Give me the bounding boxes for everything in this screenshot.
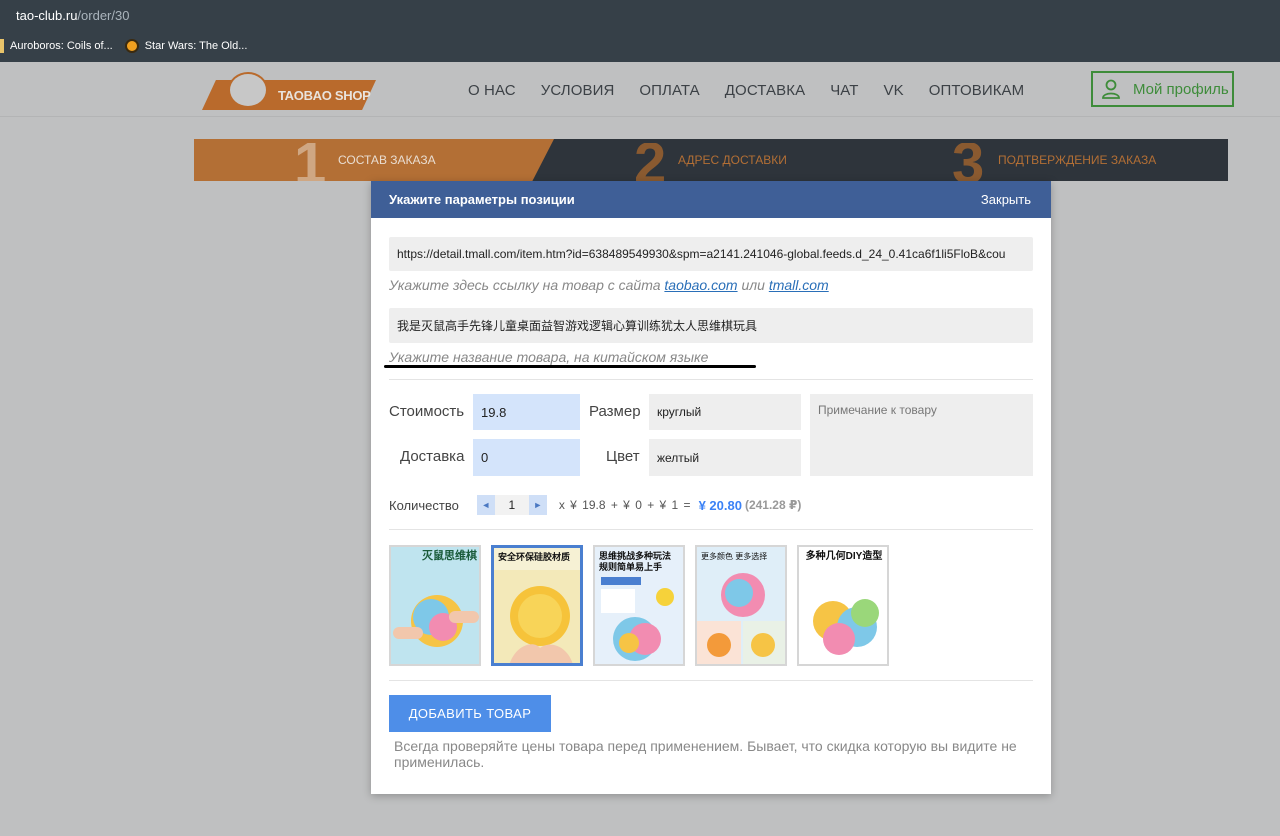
quantity-value[interactable]: 1 <box>494 495 529 515</box>
bookmark-icon <box>0 39 4 53</box>
toy-image-icon <box>813 599 879 655</box>
site-logo[interactable]: TAOBAO SHOP <box>202 72 376 110</box>
profile-button[interactable]: Мой профиль <box>1091 71 1234 107</box>
decrement-button[interactable]: ◄ <box>476 495 495 515</box>
bookmark-star-wars[interactable]: Star Wars: The Old... <box>124 39 248 53</box>
nav-wholesale[interactable]: ОПТОВИКАМ <box>929 82 1025 99</box>
modal-header: Укажите параметры позиции Закрыть <box>371 181 1051 218</box>
quantity-stepper: ◄ 1 ► <box>476 495 547 515</box>
product-thumbnail[interactable]: 更多颜色 更多选择 <box>695 545 787 666</box>
step-label: СОСТАВ ЗАКАЗА <box>338 153 436 167</box>
toy-image-icon <box>393 595 479 647</box>
increment-button[interactable]: ► <box>528 495 547 515</box>
nav-payment[interactable]: ОПЛАТА <box>639 82 699 99</box>
arrow-right-icon: ► <box>533 500 543 510</box>
step-1: 1 СОСТАВ ЗАКАЗА <box>194 139 554 181</box>
add-item-button[interactable]: ДОБАВИТЬ ТОВАР <box>389 695 551 732</box>
cart-logo-icon <box>228 72 268 108</box>
bookmark-label: Auroboros: Coils of... <box>10 40 113 52</box>
quantity-label: Количество <box>389 497 459 513</box>
color-input[interactable]: желтый <box>649 439 801 476</box>
bookmark-label: Star Wars: The Old... <box>144 40 248 52</box>
name-hint: Укажите название товара, на китайском яз… <box>389 349 709 365</box>
total-price-rub: (241.28 ₽) <box>744 498 802 512</box>
product-thumbnails: 灭鼠思维棋 安全环保硅胶材质 思维挑战多种玩法 规则简单易上手 更多颜色 更多选… <box>389 545 899 666</box>
modal-title: Укажите параметры позиции <box>389 192 575 207</box>
product-thumbnail-selected[interactable]: 安全环保硅胶材质 <box>491 545 583 666</box>
nav-chat[interactable]: ЧАТ <box>830 82 858 99</box>
bookmarks-bar: Auroboros: Coils of... Star Wars: The Ol… <box>0 36 259 56</box>
note-textarea[interactable]: Примечание к товару <box>810 394 1033 476</box>
order-steps: 1 СОСТАВ ЗАКАЗА 2 АДРЕС ДОСТАВКИ 3 ПОДТВ… <box>194 139 1228 185</box>
bookmark-icon <box>124 39 139 53</box>
price-warning: Всегда проверяйте цены товара перед прим… <box>394 738 1017 770</box>
profile-label: Мой профиль <box>1133 80 1229 98</box>
nav-delivery[interactable]: ДОСТАВКА <box>725 82 805 99</box>
thumbnail-caption: 安全环保硅胶材质 <box>498 552 571 562</box>
site-header: TAOBAO SHOP О НАС УСЛОВИЯ ОПЛАТА ДОСТАВК… <box>0 62 1280 117</box>
product-thumbnail[interactable]: 多种几何DIY造型 <box>797 545 889 666</box>
bookmark-auroboros[interactable]: Auroboros: Coils of... <box>0 39 113 53</box>
step-2-label: АДРЕС ДОСТАВКИ <box>678 153 787 167</box>
price-input[interactable]: 19.8 <box>473 394 580 430</box>
url-hint-text: Укажите здесь ссылку на товар с сайта <box>389 277 661 293</box>
close-button[interactable]: Закрыть <box>981 192 1031 207</box>
main-nav: О НАС УСЛОВИЯ ОПЛАТА ДОСТАВКА ЧАТ VK ОПТ… <box>468 82 1049 99</box>
step-3-label: ПОДТВЕРЖДЕНИЕ ЗАКАЗА <box>998 153 1157 167</box>
thumbnail-caption: 多种几何DIY造型 <box>805 551 883 562</box>
product-thumbnail[interactable]: 思维挑战多种玩法 规则简单易上手 <box>593 545 685 666</box>
price-calculation: x ¥ 19.8 + ¥ 0 + ¥ 1 = <box>558 498 691 512</box>
address-bar[interactable]: tao-club.ru/order/30 <box>16 8 129 23</box>
thumbnail-caption: 灭鼠思维棋 <box>422 550 477 562</box>
arrow-left-icon: ◄ <box>481 500 491 510</box>
logo-text: TAOBAO SHOP <box>278 88 371 103</box>
item-name-input[interactable]: 我是灭鼠高手先锋儿童桌面益智游戏逻辑心算训练犹太人思维棋玩具 <box>389 308 1033 343</box>
annotation-underline <box>384 365 756 368</box>
nav-about[interactable]: О НАС <box>468 82 516 99</box>
step-3-number: 3 <box>952 143 985 185</box>
divider <box>389 529 1033 530</box>
nav-terms[interactable]: УСЛОВИЯ <box>541 82 615 99</box>
tmall-link[interactable]: tmall.com <box>769 277 829 293</box>
thumbnail-caption: 思维挑战多种玩法 规则简单易上手 <box>599 551 672 572</box>
divider <box>389 680 1033 681</box>
url-host: tao-club.ru <box>16 8 78 23</box>
item-url-input[interactable]: https://detail.tmall.com/item.htm?id=638… <box>389 237 1033 271</box>
delivery-label: Доставка <box>400 448 465 465</box>
taobao-link[interactable]: taobao.com <box>664 277 737 293</box>
toy-image-icon <box>697 573 785 664</box>
user-icon <box>1102 79 1120 99</box>
url-path: /order/30 <box>77 8 130 23</box>
size-input[interactable]: круглый <box>649 394 801 430</box>
step-number: 1 <box>294 143 327 185</box>
price-label: Стоимость <box>389 403 465 420</box>
quantity-row: Количество ◄ 1 ► x ¥ 19.8 + ¥ 0 + ¥ 1 = … <box>389 494 801 516</box>
total-price: ¥ 20.80 <box>698 497 742 513</box>
toy-image-icon <box>494 548 580 663</box>
thumbnail-caption: 更多颜色 更多选择 <box>701 552 768 561</box>
url-hint: Укажите здесь ссылку на товар с сайта ta… <box>389 277 829 293</box>
size-label: Размер <box>589 403 641 420</box>
delivery-input[interactable]: 0 <box>473 439 580 476</box>
color-label: Цвет <box>606 448 640 465</box>
item-params-modal: Укажите параметры позиции Закрыть https:… <box>371 181 1051 794</box>
divider <box>389 379 1033 380</box>
nav-vk[interactable]: VK <box>883 82 903 99</box>
product-thumbnail[interactable]: 灭鼠思维棋 <box>389 545 481 666</box>
url-hint-or: или <box>741 277 765 293</box>
browser-chrome: tao-club.ru/order/30 Auroboros: Coils of… <box>0 0 1280 62</box>
step-2-number: 2 <box>634 143 667 185</box>
